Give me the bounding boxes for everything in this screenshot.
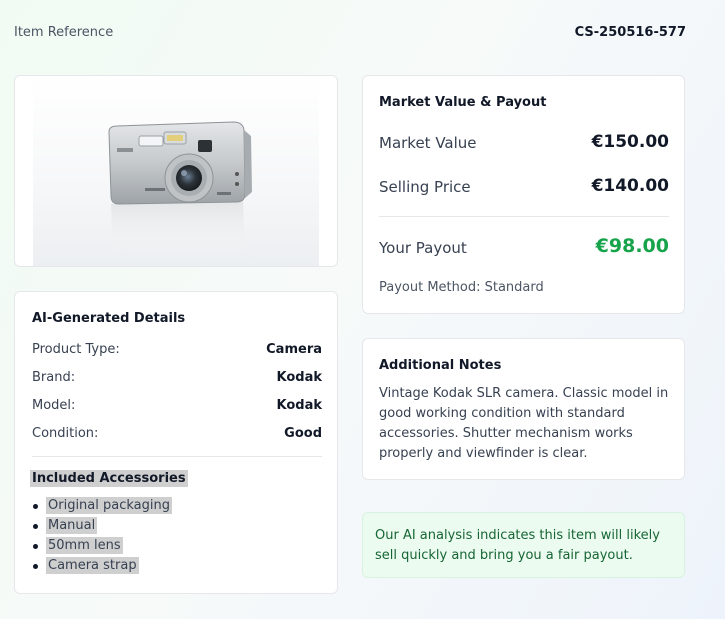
detail-label: Condition: (32, 426, 99, 441)
accessory-item: Manual (32, 517, 172, 538)
detail-row-model: Model: Kodak (32, 398, 322, 416)
payout-divider (379, 216, 669, 217)
notes-text: Vintage Kodak SLR camera. Classic model … (379, 386, 669, 461)
item-reference-label: Item Reference (14, 25, 114, 40)
accessory-item: Original packaging (32, 497, 172, 518)
market-value-payout-card: Market Value & Payout Market Value €150.… (362, 75, 685, 314)
additional-notes-card: Additional Notes Vintage Kodak SLR camer… (362, 338, 685, 480)
product-photo-card (14, 75, 338, 267)
ai-details-card: AI-Generated Details Product Type: Camer… (14, 291, 338, 594)
detail-label: Brand: (32, 370, 76, 385)
accessory-item: 50mm lens (32, 537, 172, 558)
payout-card-title: Market Value & Payout (379, 95, 547, 110)
selling-price-row: Selling Price €140.00 (379, 176, 669, 200)
detail-row-brand: Brand: Kodak (32, 370, 322, 388)
market-value-amount: €150.00 (591, 132, 669, 152)
detail-value: Good (284, 426, 322, 441)
selling-price-label: Selling Price (379, 178, 471, 196)
camera-image (108, 121, 252, 258)
detail-value: Kodak (276, 398, 323, 413)
detail-row-product-type: Product Type: Camera (32, 342, 322, 360)
item-reference-bar: Item Reference CS-250516-577 (14, 25, 686, 43)
ai-analysis-banner: Our AI analysis indicates this item will… (362, 512, 685, 578)
ai-analysis-text: Our AI analysis indicates this item will… (375, 528, 660, 563)
your-payout-row: Your Payout €98.00 (379, 235, 669, 261)
detail-row-condition: Condition: Good (32, 426, 322, 444)
detail-value: Kodak (276, 370, 323, 385)
selling-price-amount: €140.00 (591, 176, 669, 196)
market-value-row: Market Value €150.00 (379, 132, 669, 156)
detail-label: Product Type: (32, 342, 120, 357)
accessories-list: Original packaging Manual 50mm lens Came… (32, 497, 172, 578)
payout-method: Payout Method: Standard (379, 280, 544, 295)
details-divider (32, 456, 322, 457)
ai-details-title: AI-Generated Details (32, 311, 186, 326)
product-photo (33, 76, 319, 266)
notes-title: Additional Notes (379, 358, 502, 373)
detail-value: Camera (266, 342, 322, 357)
market-value-label: Market Value (379, 134, 477, 152)
accessories-title: Included Accessories (30, 470, 188, 487)
your-payout-label: Your Payout (379, 239, 467, 257)
your-payout-amount: €98.00 (595, 235, 669, 257)
accessory-item: Camera strap (32, 557, 172, 578)
detail-label: Model: (32, 398, 76, 413)
item-reference-value: CS-250516-577 (574, 25, 686, 40)
